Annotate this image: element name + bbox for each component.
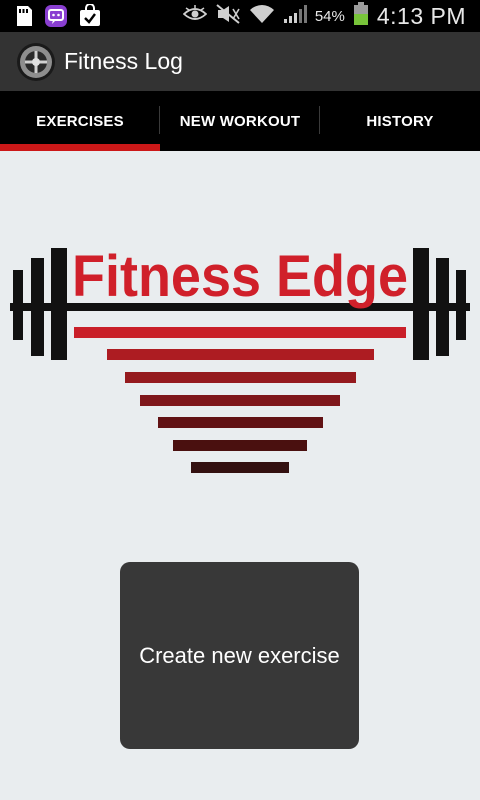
fitness-edge-logo: Fitness Edge bbox=[10, 244, 470, 473]
tab-history-label: HISTORY bbox=[366, 112, 434, 130]
notification-icons bbox=[14, 3, 102, 33]
tab-new-workout-label: NEW WORKOUT bbox=[179, 112, 301, 130]
sd-card-icon bbox=[14, 4, 34, 33]
status-bar: 54% 4:13 PM bbox=[0, 0, 480, 32]
logo-text: Fitness Edge bbox=[72, 244, 408, 309]
battery-percent: 54% bbox=[314, 7, 345, 25]
battery-icon bbox=[353, 1, 369, 31]
signal-icon bbox=[283, 4, 307, 29]
action-bar: Fitness Log bbox=[0, 32, 480, 91]
tab-exercises-label: EXERCISES bbox=[36, 112, 124, 130]
shopping-bag-icon bbox=[78, 3, 102, 33]
tab-history[interactable]: HISTORY bbox=[320, 91, 480, 151]
chat-app-icon bbox=[44, 4, 68, 33]
system-icons: 54% 4:13 PM bbox=[182, 0, 466, 32]
clock: 4:13 PM bbox=[376, 2, 466, 29]
create-new-exercise-button[interactable]: Create new exercise bbox=[120, 562, 359, 749]
app-icon[interactable] bbox=[16, 42, 56, 82]
app-title: Fitness Log bbox=[64, 48, 183, 74]
mute-icon bbox=[215, 3, 241, 29]
tab-bar: EXERCISES NEW WORKOUT HISTORY bbox=[0, 91, 480, 151]
create-new-exercise-label: Create new exercise bbox=[139, 642, 340, 668]
selected-tab-indicator bbox=[0, 144, 160, 151]
tab-exercises[interactable]: EXERCISES bbox=[0, 91, 160, 151]
eye-icon bbox=[182, 4, 208, 28]
tab-new-workout[interactable]: NEW WORKOUT bbox=[160, 91, 320, 151]
wifi-icon bbox=[249, 4, 275, 29]
